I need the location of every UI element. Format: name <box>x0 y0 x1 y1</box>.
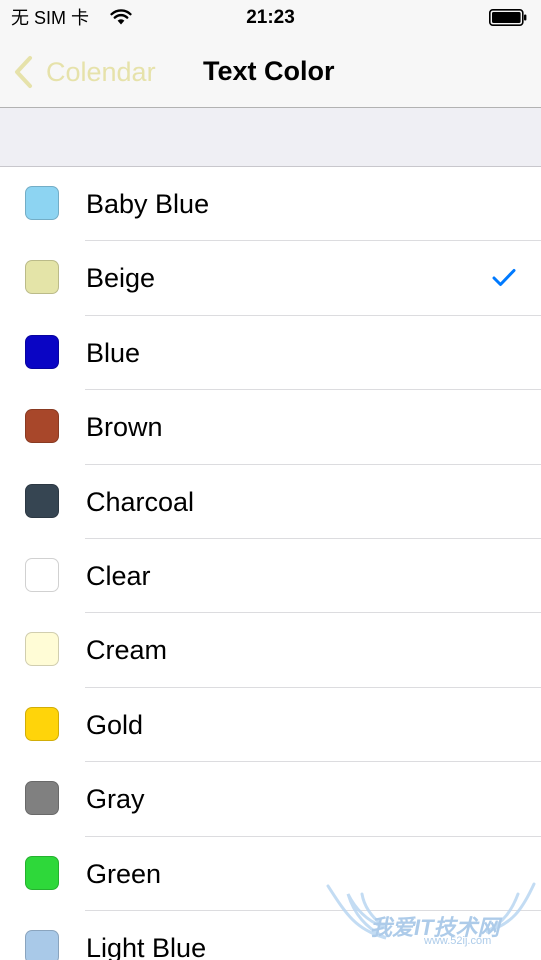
color-option-row[interactable]: Green <box>0 837 541 912</box>
color-swatch <box>25 409 59 444</box>
color-swatch <box>25 334 59 369</box>
color-option-row[interactable]: Clear <box>0 539 541 614</box>
color-option-label: Gray <box>86 784 145 815</box>
color-option-label: Green <box>86 858 162 889</box>
color-option-row[interactable]: Cream <box>0 613 541 689</box>
color-option-label: Light Blue <box>86 932 207 960</box>
color-options-list: Baby Blue Beige Blue Brown Charcoal Clear Crea… <box>0 167 541 960</box>
checkmark-icon <box>492 269 516 287</box>
color-option-row[interactable]: Blue <box>0 316 541 391</box>
color-swatch <box>25 483 59 518</box>
color-swatch <box>25 781 59 816</box>
color-option-label: Gold <box>86 709 144 740</box>
page-title: Text Color <box>203 56 335 86</box>
color-swatch <box>25 929 59 960</box>
color-option-label: Brown <box>86 412 163 443</box>
status-bar: 无 SIM 卡 21:23 <box>0 0 541 36</box>
top-bar: 无 SIM 卡 21:23 Colendar Text Color <box>0 0 541 108</box>
color-swatch <box>25 632 59 667</box>
color-swatch <box>25 706 59 741</box>
back-button-label: Colendar <box>46 56 156 87</box>
color-option-row[interactable]: Beige <box>0 241 541 317</box>
color-option-row[interactable]: Baby Blue <box>0 167 541 242</box>
color-option-row[interactable]: Light Blue <box>0 911 541 960</box>
color-swatch <box>25 186 59 220</box>
text-color-screen: 无 SIM 卡 21:23 Colendar Text Color Baby B… <box>0 0 541 960</box>
color-option-label: Baby Blue <box>86 189 210 219</box>
battery-icon <box>489 9 527 26</box>
color-swatch <box>25 260 59 295</box>
color-option-label: Charcoal <box>86 486 195 517</box>
color-option-row[interactable]: Gray <box>0 762 541 837</box>
color-option-row[interactable]: Brown <box>0 390 541 465</box>
back-button[interactable]: Colendar <box>12 54 156 90</box>
color-option-label: Clear <box>86 560 151 591</box>
color-swatch <box>25 557 59 592</box>
color-option-row[interactable]: Gold <box>0 688 541 763</box>
color-option-label: Beige <box>86 263 156 294</box>
chevron-left-icon <box>15 56 32 88</box>
color-option-label: Blue <box>86 337 141 368</box>
color-swatch <box>25 855 59 890</box>
color-option-label: Cream <box>86 635 168 666</box>
color-option-row[interactable]: Charcoal <box>0 465 541 540</box>
status-time: 21:23 <box>246 7 295 28</box>
navigation-bar: Colendar Text Color <box>0 36 541 108</box>
section-header-spacer <box>0 108 541 167</box>
